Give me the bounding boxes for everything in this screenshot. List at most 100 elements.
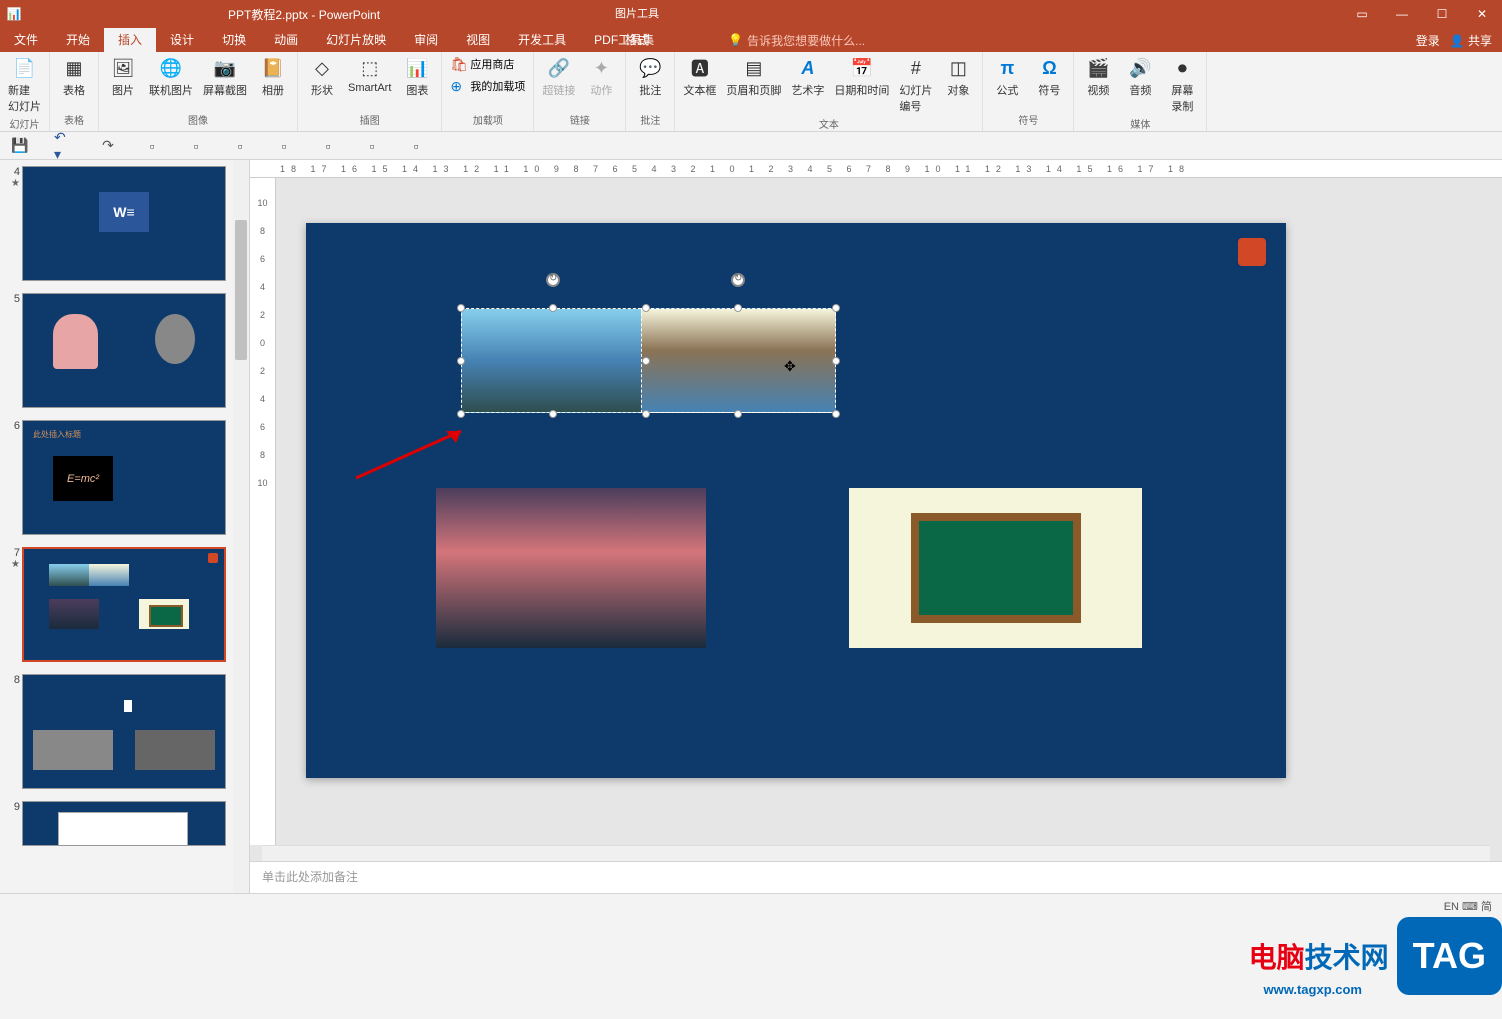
resize-handle[interactable] [457,410,465,418]
audio-button[interactable]: 🔊 音频 [1120,54,1160,100]
redo-button[interactable]: ↷ [98,136,118,156]
scrollbar-vertical[interactable] [233,160,249,893]
qat-button-5[interactable]: ▫ [318,136,338,156]
language-status[interactable]: EN ⌨ 简 [1444,898,1492,914]
ruler-horizontal[interactable]: 18 17 16 15 14 13 12 11 10 9 8 7 6 5 4 3… [250,160,1502,178]
header-footer-button[interactable]: ▤ 页眉和页脚 [722,54,785,100]
slide-thumb-6[interactable]: 此处插入标题 E=mc² [22,420,226,535]
screen-recording-button[interactable]: ⏺ 屏幕 录制 [1162,54,1202,116]
chalkboard-shape [911,513,1081,623]
save-button[interactable]: 💾 [10,136,30,156]
table-label: 表格 [63,82,85,98]
wordart-button[interactable]: A 艺术字 [787,54,828,100]
qat-button-3[interactable]: ▫ [230,136,250,156]
resize-handle[interactable] [832,304,840,312]
screenshot-button[interactable]: 📷 屏幕截图 [199,54,251,100]
comment-button[interactable]: 💬 批注 [630,54,670,100]
slide-image-chalkboard[interactable] [849,488,1142,648]
tab-home[interactable]: 开始 [52,28,104,52]
resize-handle[interactable] [642,410,650,418]
slide-number-button[interactable]: # 幻灯片 编号 [895,54,936,116]
editor-area: 18 17 16 15 14 13 12 11 10 9 8 7 6 5 4 3… [250,160,1502,893]
context-tab-label: 图片工具 [612,0,662,28]
qat-button-2[interactable]: ▫ [186,136,206,156]
smartart-button[interactable]: ⬚ SmartArt [344,54,395,96]
qat-button-1[interactable]: ▫ [142,136,162,156]
tab-view[interactable]: 视图 [452,28,504,52]
tab-format[interactable]: 格式 [612,28,662,52]
tab-file[interactable]: 文件 [0,28,52,52]
action-button[interactable]: ✦ 动作 [581,54,621,100]
resize-handle[interactable] [457,304,465,312]
slide-thumb-8[interactable] [22,674,226,789]
slide-canvas[interactable]: ✥ [306,223,1286,778]
hyperlink-button[interactable]: 🔗 超链接 [538,54,579,100]
online-pictures-button[interactable]: 🌐 联机图片 [145,54,197,100]
tab-insert[interactable]: 插入 [104,28,156,52]
qat-button-4[interactable]: ▫ [274,136,294,156]
resize-handle[interactable] [734,410,742,418]
ruler-vertical[interactable]: 1086420246810 [250,178,276,845]
slide-image-city[interactable] [436,488,706,648]
resize-handle[interactable] [549,304,557,312]
shapes-button[interactable]: ◇ 形状 [302,54,342,100]
pictures-label: 图片 [112,82,134,98]
symbol-button[interactable]: Ω 符号 [1029,54,1069,100]
datetime-button[interactable]: 📅 日期和时间 [830,54,893,100]
ruler-tick: 0 [260,338,265,348]
tell-me-search[interactable]: 💡 告诉我您想要做什么... [728,32,865,49]
resize-handle[interactable] [642,357,650,365]
undo-button[interactable]: ↶ ▾ [54,136,74,156]
slide-image-mountain[interactable] [461,308,646,413]
group-symbols-label: 符号 [987,112,1069,129]
object-button[interactable]: ◫ 对象 [938,54,978,100]
rotate-handle-icon[interactable] [731,273,745,287]
equation-button[interactable]: π 公式 [987,54,1027,100]
tab-transitions[interactable]: 切换 [208,28,260,52]
resize-handle[interactable] [457,357,465,365]
resize-handle[interactable] [832,357,840,365]
resize-handle[interactable] [734,304,742,312]
photo-album-button[interactable]: 📔 相册 [253,54,293,100]
slide-image-lake[interactable] [641,308,836,413]
resize-handle[interactable] [832,410,840,418]
ribbon-display-options[interactable]: ▭ [1342,0,1382,28]
slide-thumb-5[interactable] [22,293,226,408]
slide-thumb-9[interactable] [22,801,226,846]
tab-review[interactable]: 审阅 [400,28,452,52]
scrollbar-horizontal[interactable] [262,845,1490,861]
maximize-button[interactable]: ☐ [1422,0,1462,28]
slide-thumb-4[interactable]: W≡ [22,166,226,281]
tab-animations[interactable]: 动画 [260,28,312,52]
textbox-button[interactable]: 🅰 文本框 [679,54,720,100]
slide-canvas-area[interactable]: ✥ [276,178,1502,845]
store-button[interactable]: 🛍 应用商店 [446,54,529,74]
quick-access-toolbar: 💾 ↶ ▾ ↷ ▫ ▫ ▫ ▫ ▫ ▫ ▫ [0,132,1502,160]
share-button[interactable]: 👤 共享 [1450,32,1492,49]
login-link[interactable]: 登录 [1416,32,1440,49]
video-button[interactable]: 🎬 视频 [1078,54,1118,100]
ruler-tick: 6 [260,254,265,264]
tab-developer[interactable]: 开发工具 [504,28,580,52]
minimize-button[interactable]: — [1382,0,1422,28]
close-button[interactable]: ✕ [1462,0,1502,28]
resize-handle[interactable] [642,304,650,312]
resize-handle[interactable] [549,410,557,418]
my-addins-button[interactable]: ⊕ 我的加载项 [446,76,529,96]
new-slide-button[interactable]: 📄 新建 幻灯片 [4,54,45,116]
chart-button[interactable]: 📊 图表 [397,54,437,100]
scrollbar-thumb[interactable] [235,220,247,360]
tab-design[interactable]: 设计 [156,28,208,52]
video-icon: 🎬 [1086,56,1110,80]
table-button[interactable]: ▦ 表格 [54,54,94,100]
slide-panel[interactable]: 4★ W≡ 5 6 此处插入标题 E=mc² 7★ [0,160,250,893]
notes-pane[interactable]: 单击此处添加备注 [250,861,1502,893]
pictures-button[interactable]: 🖼 图片 [103,54,143,100]
smartart-label: SmartArt [348,82,391,94]
qat-button-7[interactable]: ▫ [406,136,426,156]
qat-button-6[interactable]: ▫ [362,136,382,156]
slide-thumb-7[interactable] [22,547,226,662]
rotate-handle-icon[interactable] [546,273,560,287]
tab-slideshow[interactable]: 幻灯片放映 [312,28,400,52]
my-addins-label: 我的加载项 [470,78,525,94]
